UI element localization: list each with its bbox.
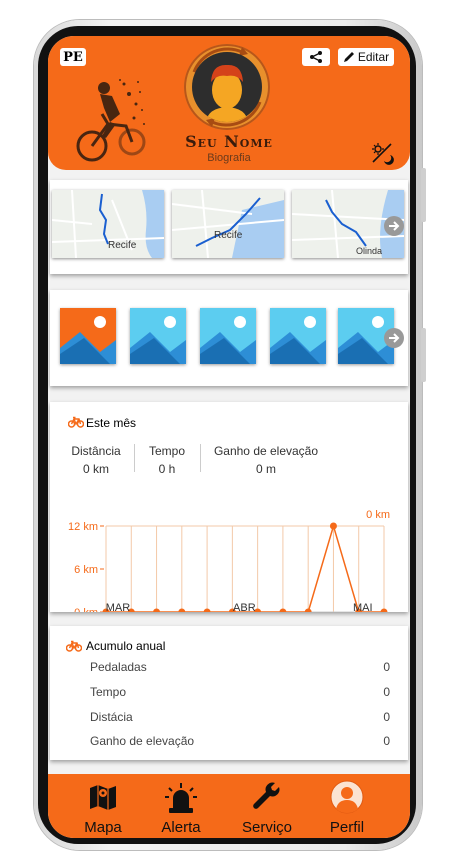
annual-row-label: Tempo <box>90 685 127 699</box>
annual-row-label: Pedaladas <box>90 660 147 674</box>
image-icon <box>130 316 186 364</box>
tab-alerta[interactable]: Alerta <box>146 778 216 836</box>
photos-next-button[interactable] <box>384 328 404 348</box>
photo-thumb[interactable] <box>270 308 326 364</box>
annual-row: Pedaladas 0 <box>90 660 390 674</box>
state-badge[interactable]: PE <box>60 48 86 66</box>
tab-label: Mapa <box>84 819 122 836</box>
chart-y-tick-label: 12 km <box>68 521 98 533</box>
avatar-photo <box>192 52 262 122</box>
chart-point <box>279 608 287 612</box>
route-map-2[interactable]: Recife <box>172 190 284 258</box>
divider <box>200 444 201 472</box>
month-stats-title: Este mês <box>86 416 137 430</box>
tab-servico[interactable]: Serviço <box>232 778 302 836</box>
divider <box>134 444 135 472</box>
edit-button[interactable]: Editar <box>338 48 394 66</box>
tab-mapa[interactable]: Mapa <box>68 778 138 836</box>
volume-button <box>421 168 426 222</box>
profile-header: PE Seu Nome Biografia Editar <box>48 36 410 170</box>
route-map-1[interactable]: Recife <box>52 190 164 258</box>
chart-point <box>380 608 388 612</box>
map-icon <box>90 785 116 810</box>
photo-thumb[interactable] <box>200 308 256 364</box>
annual-row-label: Distácia <box>90 710 133 724</box>
bike-icon <box>66 640 82 652</box>
chart-x-tick-label: MAR <box>106 602 131 612</box>
chart-point <box>329 522 337 530</box>
stat-label: Distância <box>71 444 121 458</box>
annual-row-value: 0 <box>383 660 390 674</box>
chart-series-line <box>106 523 384 612</box>
avatar[interactable] <box>184 44 270 130</box>
map-city-label: Recife <box>214 230 243 241</box>
user-name: Seu Nome <box>185 132 273 151</box>
month-stats-card: Este mês Distância 0 km Tempo 0 h Ganho … <box>50 402 408 612</box>
night-mode-icon[interactable] <box>370 141 394 165</box>
tab-label: Perfil <box>329 819 365 836</box>
maps-next-button[interactable] <box>384 216 404 236</box>
chart-point <box>203 608 211 612</box>
siren-icon <box>165 783 197 813</box>
share-icon <box>310 51 322 63</box>
arrow-right-icon <box>389 221 400 231</box>
chart-point <box>153 608 161 612</box>
tab-label: Alerta <box>161 819 201 836</box>
chart-current-value: 0 km <box>366 509 390 521</box>
annual-card: Acumulo anual Pedaladas 0 Tempo 0 Distác… <box>50 626 408 760</box>
arrow-right-icon <box>389 333 400 343</box>
chart-y-tick-label: 6 km <box>74 564 98 576</box>
power-button <box>421 328 426 382</box>
annual-row: Tempo 0 <box>90 685 390 699</box>
tab-label: Serviço <box>241 819 293 836</box>
photo-thumb[interactable] <box>60 308 116 364</box>
route-map-image <box>172 190 284 258</box>
photo-thumb[interactable] <box>130 308 186 364</box>
bike-icon <box>68 416 84 428</box>
stat-label: Tempo <box>148 444 186 458</box>
annual-row-label: Ganho de elevação <box>90 734 195 748</box>
profile-icon <box>330 780 364 814</box>
annual-row-value: 0 <box>383 685 390 699</box>
chart-point <box>304 608 312 612</box>
annual-title: Acumulo anual <box>86 639 166 653</box>
chart-x-tick-label: MAI <box>353 602 373 612</box>
chart-point <box>178 608 186 612</box>
chart-y-tick-label: 0 km <box>74 607 98 612</box>
annual-row-value: 0 <box>383 734 390 748</box>
annual-row: Ganho de elevação 0 <box>90 734 390 748</box>
app-screen: PE Seu Nome Biografia Editar Recife Reci… <box>48 36 410 838</box>
bottom-tab-bar: Mapa Alerta Serviço Perfil <box>48 774 410 838</box>
image-icon <box>60 316 116 364</box>
wrench-icon <box>253 782 280 809</box>
image-icon <box>200 316 256 364</box>
map-city-label: Recife <box>108 240 137 251</box>
edit-icon <box>343 52 354 62</box>
map-city-label: Olinda <box>356 246 383 256</box>
image-icon <box>270 316 326 364</box>
chart-x-tick-label: ABR <box>233 602 256 612</box>
stat-label: Ganho de elevação <box>213 444 319 458</box>
edit-label: Editar <box>357 50 390 64</box>
photos-card <box>50 290 408 386</box>
tab-perfil[interactable]: Perfil <box>312 778 382 836</box>
routes-card: Recife Recife Olinda <box>50 180 408 274</box>
month-distance-chart: 12 km 6 km 0 km 0 km MAR ABR MAI <box>68 509 390 612</box>
user-bio: Biografia <box>207 152 251 164</box>
annual-row: Distácia 0 <box>90 710 390 724</box>
share-button[interactable] <box>302 48 330 66</box>
annual-row-value: 0 <box>383 710 390 724</box>
avatar-icon <box>206 64 248 122</box>
